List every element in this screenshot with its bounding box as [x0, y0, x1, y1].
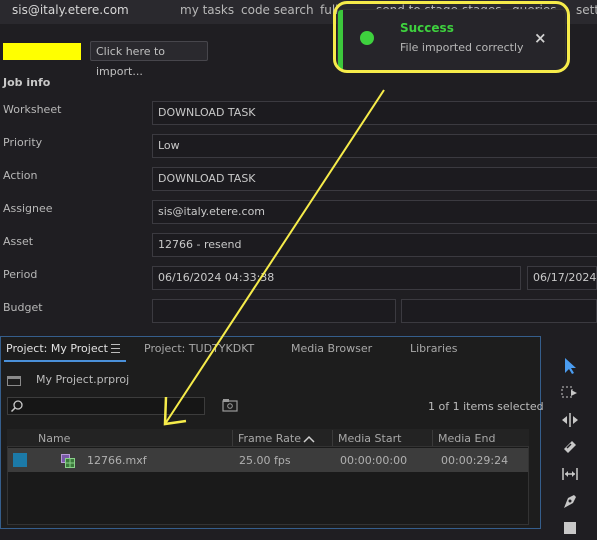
redaction-box	[3, 43, 81, 60]
tab-project-tudtykdkt[interactable]: Project: TUDTYKDKT	[144, 342, 254, 355]
search-icon	[10, 400, 23, 413]
clip-frame-rate: 25.00 fps	[239, 454, 291, 467]
column-name[interactable]: Name	[38, 432, 70, 445]
slip-tool-icon[interactable]	[556, 462, 584, 486]
panel-menu-icon[interactable]	[111, 344, 120, 356]
project-search-input[interactable]	[7, 397, 205, 415]
clip-name: 12766.mxf	[87, 454, 147, 467]
action-label: Action	[3, 169, 38, 182]
action-field[interactable]: DOWNLOAD TASK	[152, 167, 597, 191]
clip-media-start: 00:00:00:00	[340, 454, 408, 467]
nav-my-tasks[interactable]: my tasks	[180, 3, 234, 17]
user-email[interactable]: sis@italy.etere.com	[12, 3, 129, 17]
nav-code-search[interactable]: code search	[241, 3, 314, 17]
project-file-name: My Project.prproj	[36, 373, 130, 386]
tab-libraries[interactable]: Libraries	[410, 342, 458, 355]
column-media-start[interactable]: Media Start	[338, 432, 401, 445]
sort-ascending-icon[interactable]	[303, 435, 315, 443]
import-button[interactable]: Click here to import...	[90, 41, 208, 78]
column-media-end[interactable]: Media End	[438, 432, 495, 445]
priority-field[interactable]: Low	[152, 134, 597, 158]
tab-media-browser[interactable]: Media Browser	[291, 342, 372, 355]
period-end-field[interactable]: 06/17/2024 04:33	[527, 266, 597, 290]
project-bin-icon	[7, 376, 21, 386]
budget-label: Budget	[3, 301, 43, 314]
hand-tool-icon[interactable]	[556, 516, 584, 540]
column-frame-rate[interactable]: Frame Rate	[238, 432, 301, 445]
tab-project-my-project[interactable]: Project: My Project	[6, 342, 108, 355]
clip-media-end: 00:00:29:24	[441, 454, 509, 467]
media-clip-icon	[61, 454, 75, 468]
budget-field-secondary[interactable]	[401, 299, 597, 323]
asset-field[interactable]: 12766 - resend	[152, 233, 597, 257]
pen-tool-icon[interactable]	[556, 489, 584, 513]
period-label: Period	[3, 268, 38, 281]
budget-field[interactable]	[152, 299, 396, 323]
annotation-highlight	[333, 1, 570, 73]
razor-tool-icon[interactable]	[556, 435, 584, 459]
items-selected-count: 1 of 1 items selected	[428, 400, 544, 413]
assignee-label: Assignee	[3, 202, 53, 215]
asset-label: Asset	[3, 235, 34, 248]
job-info-title: Job info	[3, 76, 51, 89]
worksheet-field[interactable]: DOWNLOAD TASK	[152, 101, 597, 125]
column-divider	[332, 430, 333, 446]
active-tab-indicator	[4, 360, 126, 362]
ripple-edit-tool-icon[interactable]	[556, 408, 584, 432]
column-divider	[432, 430, 433, 446]
tools-panel	[556, 350, 584, 534]
new-search-bin-icon[interactable]	[222, 398, 238, 412]
period-start-field[interactable]: 06/16/2024 04:33:38	[152, 266, 521, 290]
worksheet-label: Worksheet	[3, 103, 62, 116]
priority-label: Priority	[3, 136, 43, 149]
assignee-field[interactable]: sis@italy.etere.com	[152, 200, 597, 224]
nav-settings[interactable]: sett	[576, 3, 597, 17]
column-divider	[232, 430, 233, 446]
track-select-tool-icon[interactable]	[556, 381, 584, 405]
label-color-swatch[interactable]	[13, 453, 27, 467]
selection-tool-icon[interactable]	[556, 354, 584, 378]
